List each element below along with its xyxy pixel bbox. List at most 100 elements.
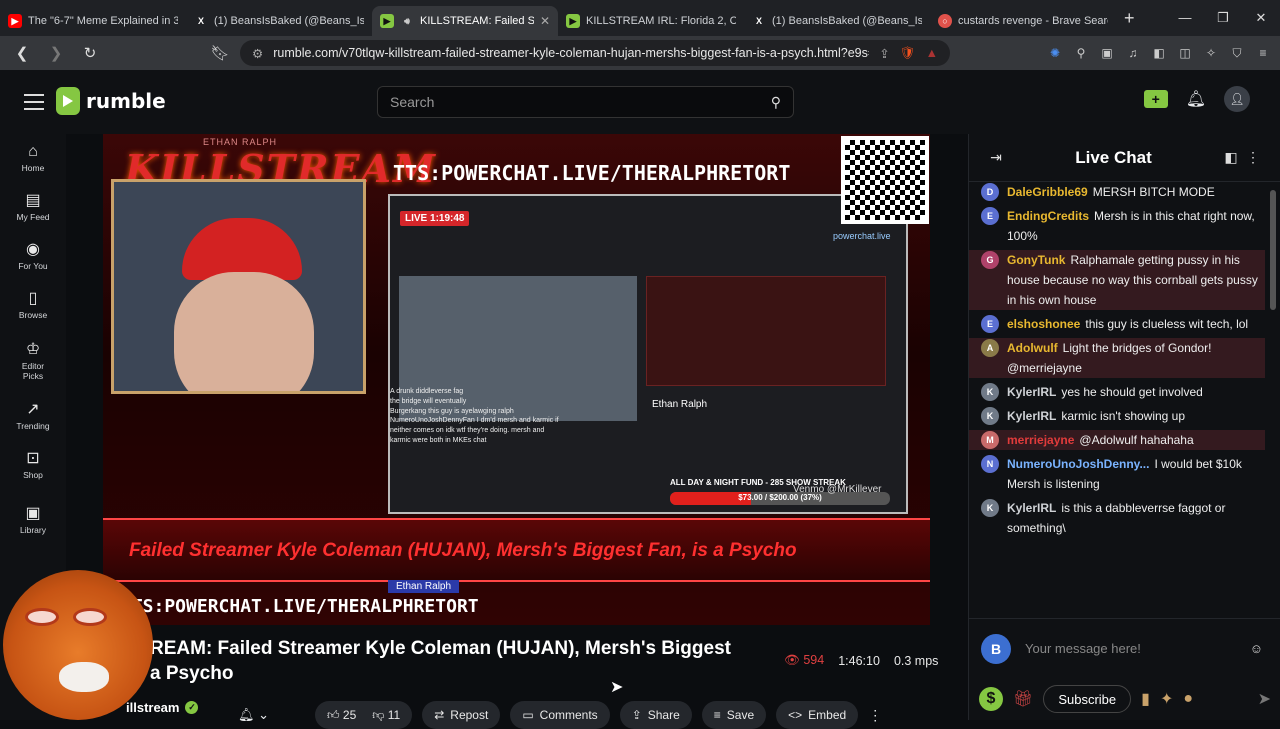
chat-username[interactable]: GonyTunk xyxy=(1007,253,1065,267)
chat-user-avatar[interactable]: E xyxy=(981,315,999,333)
popout-chat-icon[interactable]: ◧ xyxy=(1220,149,1242,166)
video-title-line: a Psycho xyxy=(150,663,234,684)
extensions-puzzle-icon[interactable]: ⚲ xyxy=(1072,44,1090,62)
chat-username[interactable]: KylerIRL xyxy=(1007,385,1056,399)
vpn-icon[interactable]: ⛉ xyxy=(1228,44,1246,62)
chat-options-icon[interactable]: ⋮ xyxy=(1242,149,1264,166)
browser-tab[interactable]: X (1) BeansIsBaked (@Beans_Is_Ba xyxy=(744,6,930,36)
chat-username[interactable]: Adolwulf xyxy=(1007,341,1058,355)
emote-icon[interactable]: ✦ xyxy=(1160,689,1173,709)
extension-icon[interactable]: ▣ xyxy=(1098,44,1116,62)
search-input[interactable]: Search ⚲ xyxy=(377,86,794,118)
rumble-logo[interactable]: rumble xyxy=(56,87,166,115)
menu-icon[interactable]: ≡ xyxy=(1254,44,1272,62)
sidebar-item-home[interactable]: ⌂ Home xyxy=(0,134,66,183)
embed-button[interactable]: <> Embed xyxy=(776,701,859,729)
site-settings-icon[interactable]: ⚙︎ xyxy=(252,46,263,61)
chat-username[interactable]: NumeroUnoJoshDenny... xyxy=(1007,457,1149,471)
chat-user-avatar[interactable]: M xyxy=(981,431,999,449)
chat-user-avatar[interactable]: K xyxy=(981,407,999,425)
sidebar-item-my-feed[interactable]: ▤ My Feed xyxy=(0,183,66,232)
notify-bell-icon[interactable]: 🔔︎ ⌄ xyxy=(238,707,269,723)
chat-scrollbar[interactable] xyxy=(1270,186,1276,618)
inner-chat-overlay: A drunk diddleverse fag the bridge will … xyxy=(390,387,560,446)
sidebar-toggle-icon[interactable]: ◧ xyxy=(1150,44,1168,62)
chat-user-avatar[interactable]: D xyxy=(981,183,999,201)
chat-username[interactable]: KylerIRL xyxy=(1007,409,1056,423)
tab-title: KILLSTREAM IRL: Florida 2, Cand xyxy=(586,15,736,27)
channel-link[interactable]: illstream ✓ xyxy=(126,700,199,715)
chat-username[interactable]: DaleGribble69 xyxy=(1007,185,1088,199)
chat-username[interactable]: elshoshonee xyxy=(1007,317,1080,331)
speaker-icon[interactable]: 🔊︎ xyxy=(400,14,414,28)
url-text: rumble.com/v70tlqw-killstream-failed-str… xyxy=(273,46,870,60)
subscribe-button[interactable]: Subscribe xyxy=(1043,685,1132,713)
video-ticker: Failed Streamer Kyle Coleman (HUJAN), Me… xyxy=(103,518,930,582)
chat-user-avatar[interactable]: A xyxy=(981,339,999,357)
sidebar-item-shop[interactable]: ⊡ Shop xyxy=(0,441,66,490)
chat-user-avatar[interactable]: N xyxy=(981,455,999,473)
dislike-button[interactable]: 👎︎ 11 xyxy=(372,708,400,723)
chat-username[interactable]: merriejayne xyxy=(1007,433,1074,447)
sidebar-item-library[interactable]: ▣ Library xyxy=(0,490,66,550)
close-tab-icon[interactable]: ✕ xyxy=(540,14,550,28)
sidebar-item-editor-picks[interactable]: ♔ Editor Picks xyxy=(0,330,66,392)
emote-icon[interactable]: ● xyxy=(1183,690,1193,708)
chat-message-body: merriejayne @Adolwulf hahahaha xyxy=(1007,430,1265,450)
forward-icon[interactable]: ❯ xyxy=(42,39,70,67)
comments-button[interactable]: ▭ Comments xyxy=(510,701,610,729)
save-button[interactable]: ≡ Save xyxy=(701,701,767,729)
brave-rewards-icon[interactable]: ▲ xyxy=(926,46,938,60)
chat-user-avatar[interactable]: E xyxy=(981,207,999,225)
emoji-icon[interactable]: ☺ xyxy=(1250,641,1263,656)
search-icon[interactable]: ⚲ xyxy=(771,94,781,111)
more-options-icon[interactable]: ⋮ xyxy=(868,707,882,724)
overlay-tts-bottom: TTS:POWERCHAT.LIVE/THERALPHRETORT xyxy=(121,596,479,617)
browser-tab[interactable]: ▶ KILLSTREAM IRL: Florida 2, Cand xyxy=(558,6,744,36)
sidebar-item-browse[interactable]: ▯ Browse xyxy=(0,281,66,330)
chat-user-avatar[interactable]: G xyxy=(981,251,999,269)
wallet-icon[interactable]: ◫ xyxy=(1176,44,1194,62)
new-tab-icon[interactable]: + xyxy=(1124,8,1135,29)
minimize-icon[interactable]: — xyxy=(1166,10,1204,26)
leo-ai-icon[interactable]: ✧ xyxy=(1202,44,1220,62)
browser-tab[interactable]: X (1) BeansIsBaked (@Beans_Is_Ba xyxy=(186,6,372,36)
channel-name: illstream xyxy=(126,700,180,715)
sidebar-item-for-you[interactable]: ◉ For You xyxy=(0,232,66,281)
reload-icon[interactable]: ↻ xyxy=(76,39,104,67)
rant-dollar-icon[interactable]: $ xyxy=(979,687,1003,711)
chat-message-input[interactable]: Your message here! ☺ xyxy=(1019,634,1269,664)
chat-username[interactable]: KylerIRL xyxy=(1007,501,1056,515)
sidebar-item-trending[interactable]: ↗ Trending xyxy=(0,392,66,441)
media-icon[interactable]: ♫ xyxy=(1124,44,1142,62)
url-field[interactable]: ⚙︎ rumble.com/v70tlqw-killstream-failed-… xyxy=(240,40,950,66)
chat-user-avatar[interactable]: K xyxy=(981,383,999,401)
chat-user-avatar[interactable]: K xyxy=(981,499,999,517)
browser-tab[interactable]: ▶ The "6-7" Meme Explained in 30 xyxy=(0,6,186,36)
back-icon[interactable]: ❮ xyxy=(8,39,36,67)
gift-icon[interactable]: 🎁︎ xyxy=(1013,689,1033,709)
browser-tab-active[interactable]: ▶ 🔊︎ KILLSTREAM: Failed Strea ✕ xyxy=(372,6,558,36)
repost-button[interactable]: ⇄ Repost xyxy=(422,701,501,729)
chat-username[interactable]: EndingCredits xyxy=(1007,209,1089,223)
collapse-chat-icon[interactable]: ⇥ xyxy=(985,149,1007,166)
notifications-bell-icon[interactable]: 🔔︎ xyxy=(1186,89,1206,109)
tab-title: (1) BeansIsBaked (@Beans_Is_Ba xyxy=(214,15,364,27)
extension-icon[interactable]: ✺ xyxy=(1046,44,1064,62)
brave-shields-icon[interactable]: 🛡︎ xyxy=(900,46,916,61)
video-duration: 1:46:10 xyxy=(838,653,880,668)
like-button[interactable]: 👍︎ 25 xyxy=(327,708,356,723)
maximize-icon[interactable]: ❐ xyxy=(1204,10,1242,26)
send-icon[interactable]: ➤ xyxy=(1258,689,1271,709)
share-icon[interactable]: ⇪ xyxy=(879,46,889,61)
close-window-icon[interactable]: ✕ xyxy=(1242,10,1280,26)
user-avatar-icon[interactable]: 👤︎ xyxy=(1224,86,1250,112)
bookmark-icon[interactable]: 🔖︎ xyxy=(206,39,234,67)
scrollbar-thumb[interactable] xyxy=(1270,190,1276,310)
hamburger-menu-icon[interactable] xyxy=(24,94,44,115)
share-button[interactable]: ⇪ Share xyxy=(619,701,692,729)
video-player[interactable]: ETHAN RALPH KILLSTREAM TTS:POWERCHAT.LIV… xyxy=(103,134,930,625)
go-live-icon[interactable]: + xyxy=(1143,90,1168,108)
badge-icon[interactable]: ▮ xyxy=(1141,689,1150,709)
browser-tab[interactable]: ○ custards revenge - Brave Search xyxy=(930,6,1116,36)
